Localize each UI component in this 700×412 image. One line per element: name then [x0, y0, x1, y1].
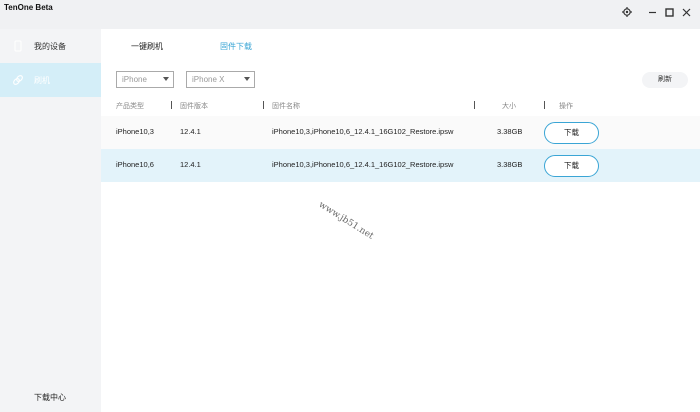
- table-row[interactable]: iPhone10,3 12.4.1 iPhone10,3,iPhone10,6_…: [101, 116, 700, 149]
- cell-product: iPhone10,6: [116, 160, 154, 169]
- phone-icon: [12, 40, 24, 52]
- download-button[interactable]: 下载: [544, 122, 599, 144]
- cell-product: iPhone10,3: [116, 127, 154, 136]
- link-icon: [12, 74, 24, 86]
- column-divider: [171, 101, 172, 109]
- cell-size: 3.38GB: [497, 127, 523, 136]
- column-header-version: 固件版本: [180, 103, 208, 110]
- title-bar: TenOne Beta: [0, 0, 700, 29]
- download-center-link[interactable]: 下载中心: [34, 392, 66, 403]
- cell-size: 3.38GB: [497, 160, 523, 169]
- column-divider: [544, 101, 545, 109]
- model-select[interactable]: iPhone X: [186, 71, 255, 88]
- column-header-product: 产品类型: [116, 103, 144, 110]
- cell-version: 12.4.1: [180, 160, 201, 169]
- sidebar-item-flash[interactable]: 刷机: [0, 63, 101, 97]
- device-type-select[interactable]: iPhone: [116, 71, 174, 88]
- device-type-value: iPhone: [122, 75, 147, 84]
- chevron-down-icon: [244, 77, 250, 81]
- sidebar: 我的设备 刷机 下载中心: [0, 29, 101, 412]
- table-row[interactable]: iPhone10,6 12.4.1 iPhone10,3,iPhone10,6_…: [101, 149, 700, 182]
- watermark: www.jb51.net: [316, 200, 376, 242]
- download-button[interactable]: 下载: [544, 155, 599, 177]
- column-header-name: 固件名称: [272, 103, 300, 110]
- maximize-icon[interactable]: [662, 5, 676, 19]
- tab-one-click-flash[interactable]: 一键刷机: [131, 41, 163, 52]
- sidebar-item-my-devices[interactable]: 我的设备: [0, 29, 101, 63]
- column-divider: [474, 101, 475, 109]
- sidebar-item-label: 我的设备: [34, 42, 66, 51]
- cell-firmware-name: iPhone10,3,iPhone10,6_12.4.1_16G102_Rest…: [272, 127, 454, 136]
- chevron-down-icon: [163, 77, 169, 81]
- cell-firmware-name: iPhone10,3,iPhone10,6_12.4.1_16G102_Rest…: [272, 160, 454, 169]
- close-icon[interactable]: [679, 5, 693, 19]
- column-divider: [263, 101, 264, 109]
- tab-firmware-download[interactable]: 固件下载: [220, 41, 252, 52]
- settings-icon[interactable]: [620, 5, 634, 19]
- minimize-icon[interactable]: [645, 5, 659, 19]
- app-title: TenOne Beta: [4, 3, 53, 12]
- sidebar-item-label: 刷机: [34, 76, 50, 85]
- column-header-size: 大小: [502, 103, 516, 110]
- refresh-button[interactable]: 刷新: [642, 72, 688, 88]
- column-header-action: 操作: [559, 103, 573, 110]
- model-value: iPhone X: [192, 75, 225, 84]
- cell-version: 12.4.1: [180, 127, 201, 136]
